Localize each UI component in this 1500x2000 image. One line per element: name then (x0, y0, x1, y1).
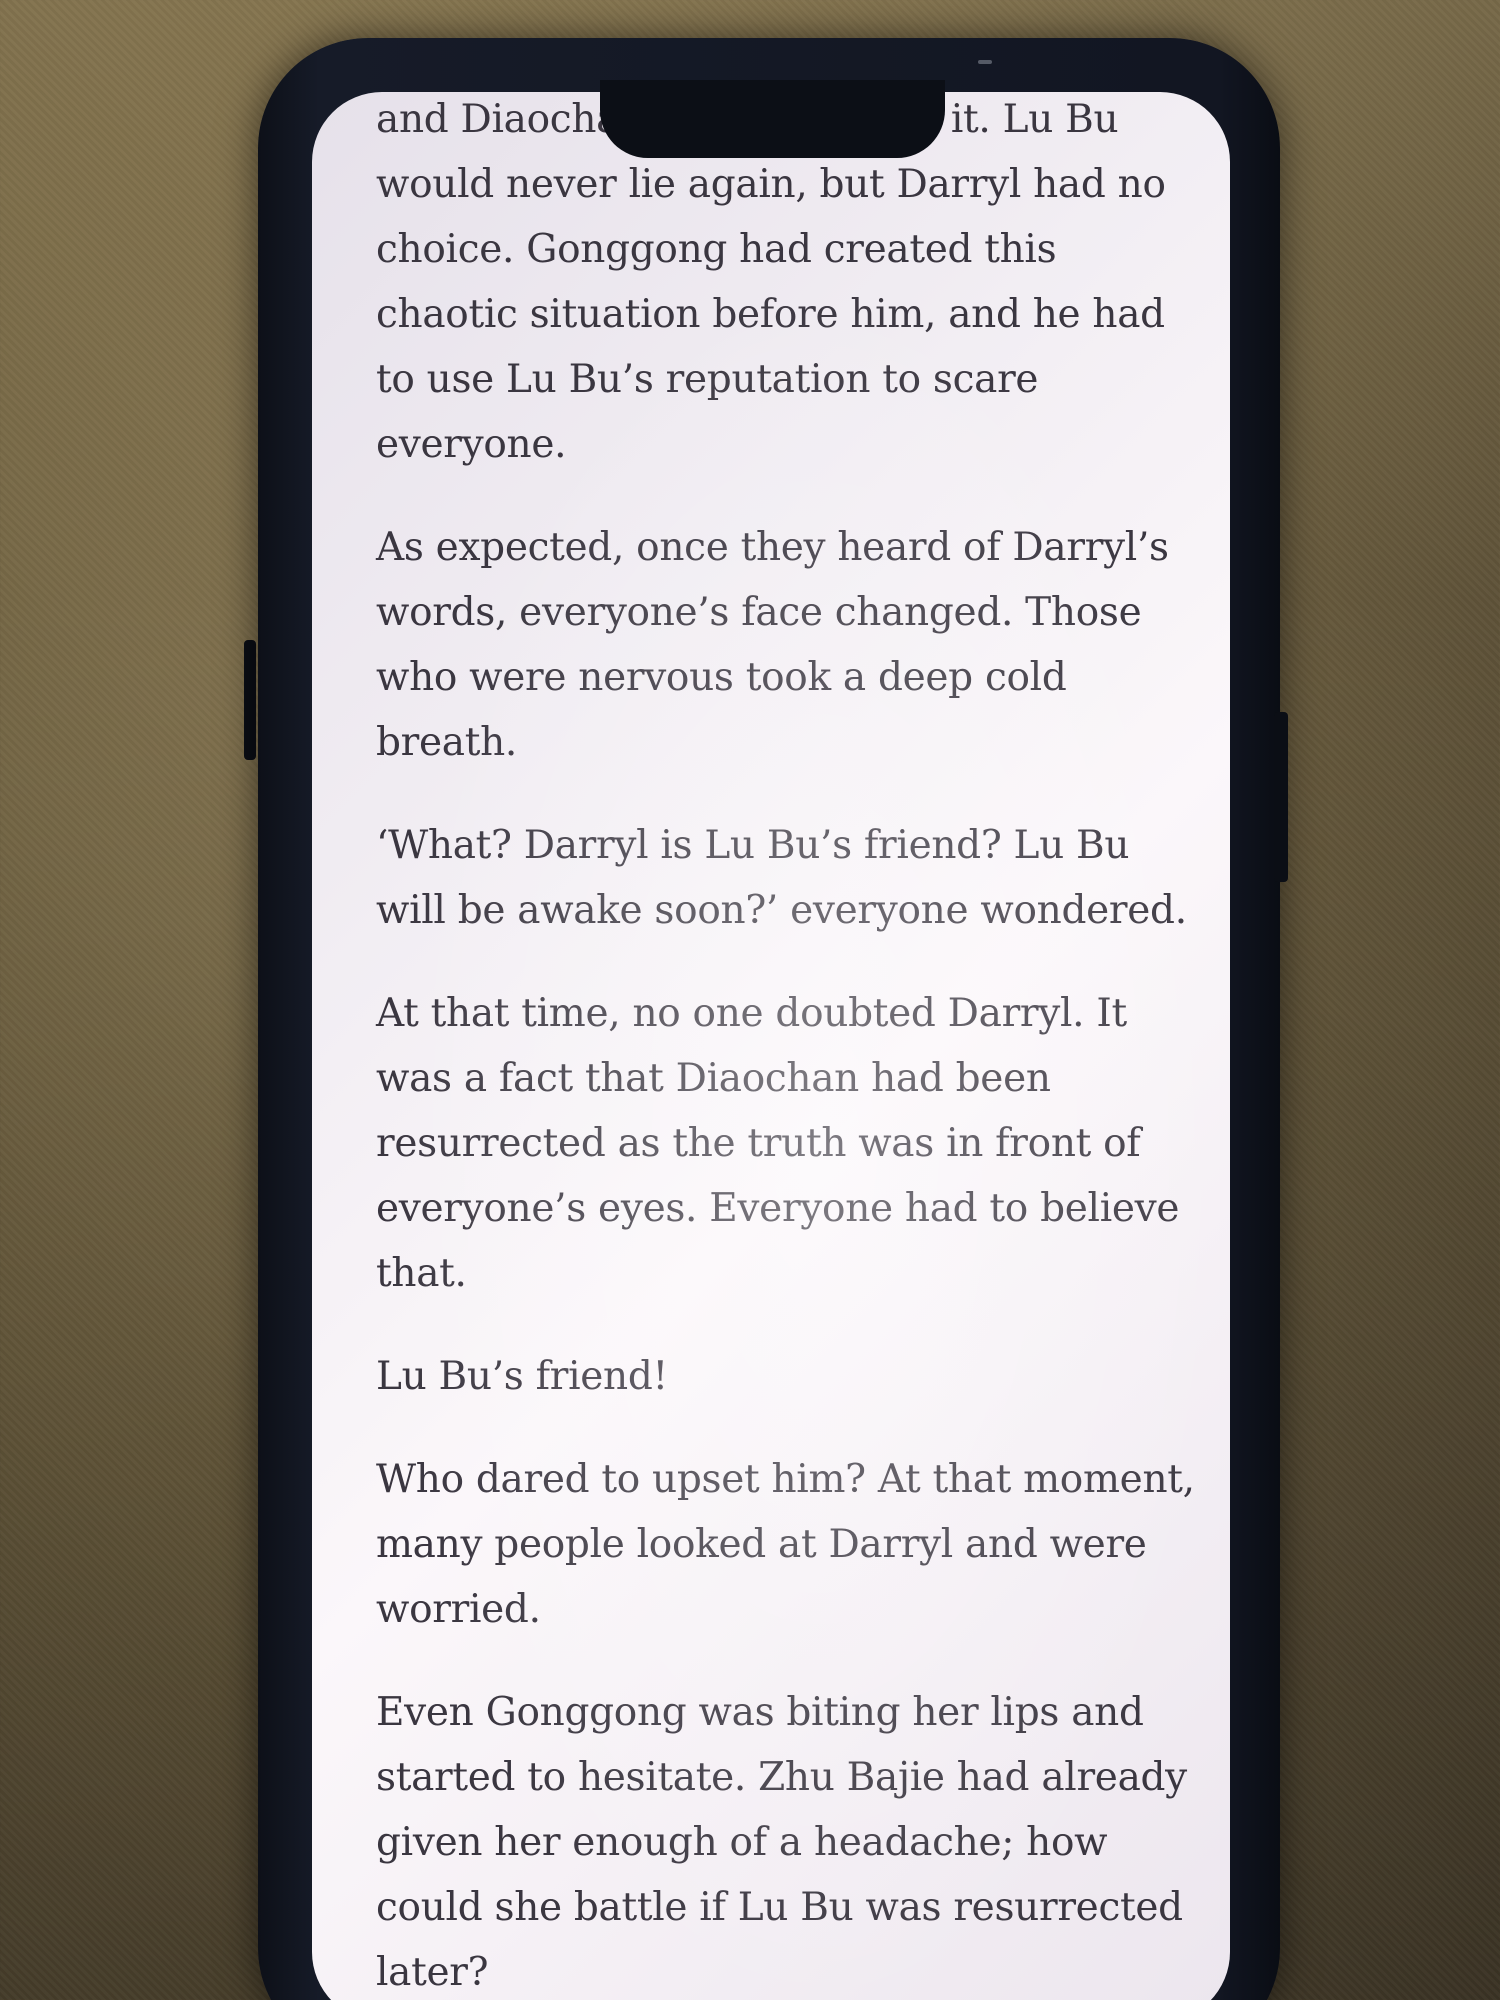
paragraph-7: Even Gonggong was biting her lips and st… (376, 1690, 1187, 1995)
paragraph-3: ‘What? Darryl is Lu Bu’s friend? Lu Bu w… (376, 823, 1187, 933)
camera-notch (600, 80, 945, 158)
earpiece-speaker (978, 60, 992, 64)
paragraph-6: Who dared to upset him? At that moment, … (376, 1457, 1195, 1632)
paragraph-5: Lu Bu’s friend! (376, 1354, 668, 1399)
article-body[interactable]: and Diaochan had consumed it. Lu Bu woul… (376, 92, 1206, 2000)
phone-screen[interactable]: and Diaochan had consumed it. Lu Bu woul… (312, 92, 1230, 2000)
paragraph-2: As expected, once they heard of Darryl’s… (376, 525, 1169, 765)
phone-power-button (1274, 712, 1288, 882)
paragraph-4: At that time, no one doubted Darryl. It … (376, 991, 1180, 1296)
phone-volume-button (244, 640, 256, 760)
